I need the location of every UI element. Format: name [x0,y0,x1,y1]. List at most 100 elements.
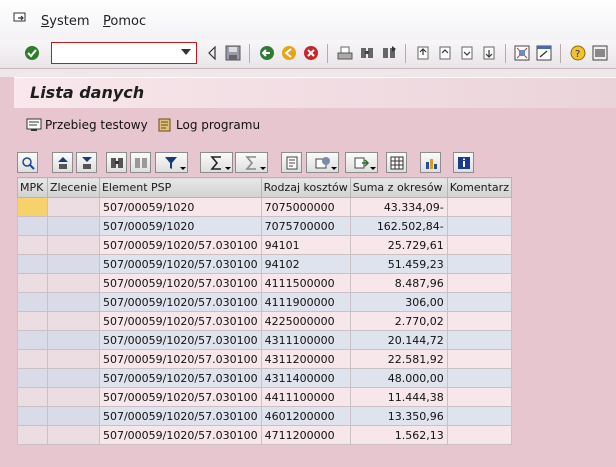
table-row[interactable]: 507/00059/1020/57.030100 4225000000 2.770,… [17,311,512,331]
cell-komentarz[interactable] [446,216,512,236]
cell-rodzaj-kosztow[interactable]: 4311400000 [260,368,351,388]
command-field[interactable] [51,42,197,64]
cell-mpk[interactable] [17,216,48,236]
cell-mpk[interactable] [17,273,48,293]
column-header-komentarz[interactable]: Komentarz [446,177,512,198]
cell-element-psp[interactable]: 507/00059/1020 [98,197,262,217]
customize-layout-icon[interactable] [591,44,609,62]
information-icon[interactable] [453,152,474,173]
cell-zlecenie[interactable] [47,273,100,293]
menu-item-pomoc[interactable]: Pomoc [103,14,146,29]
total-icon[interactable] [200,152,233,173]
cell-element-psp[interactable]: 507/00059/1020 [98,216,262,236]
cell-rodzaj-kosztow[interactable]: 94102 [260,254,351,274]
cell-rodzaj-kosztow[interactable]: 4111900000 [260,292,351,312]
last-page-icon[interactable] [480,44,498,62]
graphic-icon[interactable] [420,152,441,173]
program-log-button[interactable]: Log programu [157,118,260,132]
change-layout-icon[interactable] [386,152,407,173]
sort-descending-icon[interactable] [76,152,97,173]
cell-element-psp[interactable]: 507/00059/1020/57.030100 [98,425,262,445]
cell-suma-z-okresow[interactable]: 162.502,84- [349,216,448,236]
find-icon[interactable] [106,152,127,173]
cell-element-psp[interactable]: 507/00059/1020/57.030100 [98,406,262,426]
table-row[interactable]: 507/00059/1020/57.030100 4111900000 306,00 [17,292,512,312]
cell-element-psp[interactable]: 507/00059/1020/57.030100 [98,273,262,293]
details-icon[interactable] [17,152,38,173]
cell-zlecenie[interactable] [47,311,100,331]
cell-komentarz[interactable] [446,254,512,274]
cell-suma-z-okresow[interactable]: 2.770,02 [349,311,448,331]
system-menu-icon[interactable] [13,12,27,24]
subtotal-icon[interactable] [235,152,268,173]
cell-komentarz[interactable] [446,425,512,445]
cell-element-psp[interactable]: 507/00059/1020/57.030100 [98,349,262,369]
cell-komentarz[interactable] [446,406,512,426]
cell-zlecenie[interactable] [47,349,100,369]
cell-suma-z-okresow[interactable]: 20.144,72 [349,330,448,350]
save-icon[interactable] [224,44,242,62]
first-page-icon[interactable] [414,44,432,62]
cell-komentarz[interactable] [446,273,512,293]
table-row[interactable]: 507/00059/1020/57.030100 4311400000 48.000… [17,368,512,388]
cell-rodzaj-kosztow[interactable]: 7075700000 [260,216,351,236]
cell-element-psp[interactable]: 507/00059/1020/57.030100 [98,254,262,274]
cell-suma-z-okresow[interactable]: 13.350,96 [349,406,448,426]
table-row[interactable]: 507/00059/1020/57.030100 4311200000 22.581… [17,349,512,369]
cell-rodzaj-kosztow[interactable]: 4225000000 [260,311,351,331]
create-shortcut-icon[interactable] [535,44,553,62]
cell-zlecenie[interactable] [47,216,100,236]
cell-rodzaj-kosztow[interactable]: 4311200000 [260,349,351,369]
cell-zlecenie[interactable] [47,254,100,274]
cell-element-psp[interactable]: 507/00059/1020/57.030100 [98,311,262,331]
cell-mpk[interactable] [17,368,48,388]
cell-komentarz[interactable] [446,292,512,312]
cell-rodzaj-kosztow[interactable]: 4601200000 [260,406,351,426]
cell-suma-z-okresow[interactable]: 8.487,96 [349,273,448,293]
cell-mpk[interactable] [17,235,48,255]
cell-mpk[interactable] [17,292,48,312]
cell-zlecenie[interactable] [47,406,100,426]
cell-rodzaj-kosztow[interactable]: 94101 [260,235,351,255]
test-run-button[interactable]: Przebieg testowy [26,118,148,132]
cell-rodzaj-kosztow[interactable]: 4111500000 [260,273,351,293]
help-icon[interactable]: ? [569,44,587,62]
cell-mpk[interactable] [17,254,48,274]
cell-element-psp[interactable]: 507/00059/1020/57.030100 [98,387,262,407]
cell-rodzaj-kosztow[interactable]: 4411100000 [260,387,351,407]
cell-komentarz[interactable] [446,197,512,217]
cell-element-psp[interactable]: 507/00059/1020/57.030100 [98,235,262,255]
table-row[interactable]: 507/00059/1020 7075700000 162.502,84- [17,216,512,236]
command-input[interactable] [52,43,178,63]
cell-zlecenie[interactable] [47,425,100,445]
cell-suma-z-okresow[interactable]: 51.459,23 [349,254,448,274]
cell-suma-z-okresow[interactable]: 43.334,09- [349,197,448,217]
table-row[interactable]: 507/00059/1020/57.030100 4411100000 11.444… [17,387,512,407]
filter-icon[interactable] [155,152,188,173]
table-row[interactable]: 507/00059/1020/57.030100 4311100000 20.144… [17,330,512,350]
cell-komentarz[interactable] [446,349,512,369]
table-row[interactable]: 507/00059/1020/57.030100 94102 51.459,23 [17,254,512,274]
cell-mpk[interactable] [17,311,48,331]
table-row[interactable]: 507/00059/1020/57.030100 4601200000 13.350… [17,406,512,426]
cell-suma-z-okresow[interactable]: 25.729,61 [349,235,448,255]
table-row[interactable]: 507/00059/1020/57.030100 94101 25.729,61 [17,235,512,255]
cell-zlecenie[interactable] [47,292,100,312]
table-row[interactable]: 507/00059/1020/57.030100 4711200000 1.562,… [17,425,512,445]
cell-mpk[interactable] [17,197,48,217]
column-header-zlecenie[interactable]: Zlecenie [47,177,100,198]
cell-komentarz[interactable] [446,368,512,388]
cell-mpk[interactable] [17,349,48,369]
cell-rodzaj-kosztow[interactable]: 4311100000 [260,330,351,350]
column-header-mpk[interactable]: MPK [17,177,48,198]
cell-komentarz[interactable] [446,387,512,407]
cell-mpk[interactable] [17,387,48,407]
cell-zlecenie[interactable] [47,235,100,255]
chevron-down-icon[interactable] [181,49,191,55]
cell-suma-z-okresow[interactable]: 11.444,38 [349,387,448,407]
cell-element-psp[interactable]: 507/00059/1020/57.030100 [98,330,262,350]
cell-komentarz[interactable] [446,330,512,350]
cell-rodzaj-kosztow[interactable]: 4711200000 [260,425,351,445]
print-icon[interactable] [336,44,354,62]
menu-item-system[interactable]: System [41,14,90,29]
